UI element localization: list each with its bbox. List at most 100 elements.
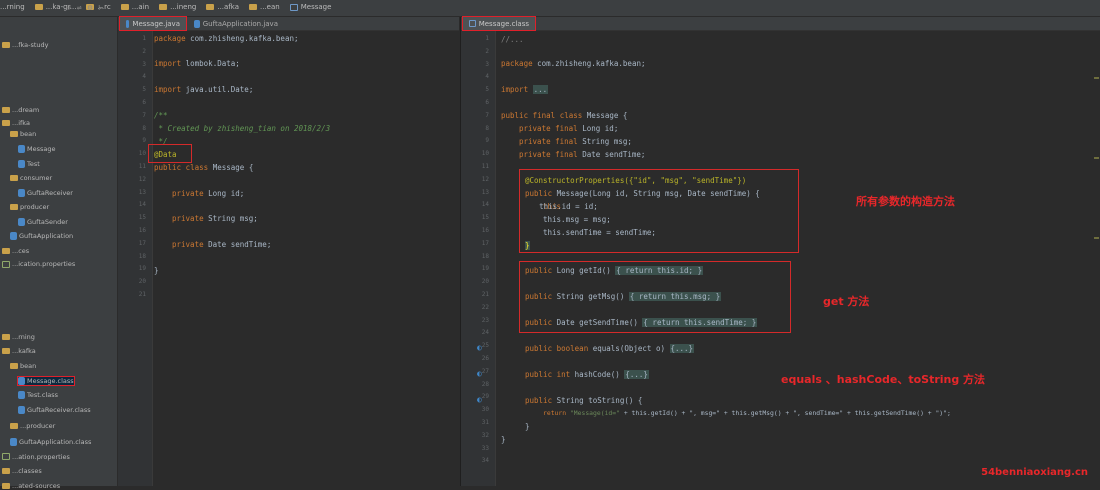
line-number: 7 xyxy=(142,111,146,119)
code-text: Date sendTime; xyxy=(577,150,646,159)
code-line[interactable]: } xyxy=(501,435,506,444)
folded-method-body[interactable]: {...} xyxy=(624,370,649,379)
folder-icon xyxy=(249,4,257,10)
code-line[interactable]: private final Long id; xyxy=(519,124,618,133)
line-number: 27 xyxy=(481,367,489,375)
tree-item-label: ...kafka xyxy=(12,347,36,356)
line-number: 7 xyxy=(485,111,489,119)
line-number: 13 xyxy=(481,188,489,196)
tree-item[interactable]: bean xyxy=(10,362,36,370)
doc-comment[interactable]: * Created by zhisheng_tian on 2018/2/3 xyxy=(154,124,331,133)
breadcrumb-item-pkg3[interactable]: ...ean xyxy=(249,3,280,11)
line-number: 21 xyxy=(481,291,489,298)
class-icon xyxy=(18,188,25,197)
folder-icon xyxy=(10,363,18,370)
keyword: public final class xyxy=(501,111,583,120)
code-line[interactable]: public int hashCode() {...} xyxy=(525,370,649,379)
tree-item[interactable]: ...producer xyxy=(10,422,55,430)
code-line[interactable]: } xyxy=(525,422,530,431)
line-number: 10 xyxy=(138,150,146,158)
tree-item[interactable]: ...rning xyxy=(2,333,35,341)
line-number: 32 xyxy=(481,431,489,439)
code-line[interactable]: import lombok.Data; xyxy=(154,59,240,68)
breadcrumb-item-file[interactable]: Message xyxy=(289,3,331,11)
breadcrumb-item-root[interactable]: ...rning xyxy=(0,3,25,11)
folder-icon xyxy=(2,107,10,114)
tree-item[interactable]: producer xyxy=(10,203,49,211)
line-number: 20 xyxy=(138,278,146,286)
globe-icon[interactable]: ⊕ xyxy=(66,3,71,12)
tree-item[interactable]: Test.class xyxy=(18,391,58,400)
folder-icon xyxy=(10,175,18,182)
tree-item[interactable]: Message.class xyxy=(17,375,75,386)
tree-item[interactable]: ...ation.properties xyxy=(2,453,70,461)
editor-message-java[interactable]: Message.java GuftaApplication.java 12345… xyxy=(118,16,459,486)
scrollbar-marker[interactable] xyxy=(1094,157,1099,159)
code-text: equals(Object o) xyxy=(588,344,670,353)
tree-item[interactable]: ...dream xyxy=(2,106,39,114)
code-line[interactable]: private String msg; xyxy=(172,214,258,223)
folded-method-body[interactable]: {...} xyxy=(669,344,695,353)
tree-item[interactable]: GuftaReceiver.class xyxy=(18,405,91,414)
tree-item[interactable]: ...ication.properties xyxy=(2,260,75,268)
tab-gufta-application[interactable]: GuftaApplication.java xyxy=(188,17,284,30)
breadcrumb-item-main[interactable]: ...ain xyxy=(120,3,149,11)
code-line[interactable]: } xyxy=(154,266,159,275)
tree-item[interactable]: ...fka-study xyxy=(2,41,49,49)
folder-icon xyxy=(10,423,18,429)
line-number: 28 xyxy=(481,380,489,388)
tree-item[interactable]: Test xyxy=(18,159,40,168)
code-line[interactable]: public final class Message { xyxy=(501,111,627,120)
class-file-icon xyxy=(18,376,25,385)
minimize-icon[interactable]: ⊢ xyxy=(98,3,103,12)
tree-item[interactable]: ...ces xyxy=(2,247,29,255)
editor-tabs: Message.java GuftaApplication.java xyxy=(118,16,459,31)
tree-item[interactable]: GuftaReceiver xyxy=(18,188,73,197)
tree-item[interactable]: GuftaSender xyxy=(18,217,68,226)
tree-item[interactable]: consumer xyxy=(10,174,52,182)
tree-item[interactable]: Message xyxy=(18,144,56,153)
code-line[interactable]: private final String msg; xyxy=(519,137,632,146)
tree-item[interactable]: ...ifka xyxy=(2,119,30,127)
properties-icon xyxy=(2,260,10,268)
tab-message-class[interactable]: Message.class xyxy=(462,16,536,31)
code-line[interactable]: private Long id; xyxy=(172,189,244,198)
breadcrumb-item-pkg1[interactable]: ...ineng xyxy=(159,3,196,11)
line-number: 18 xyxy=(138,252,146,260)
doc-comment[interactable]: /** xyxy=(154,111,168,120)
tree-item[interactable]: ...classes xyxy=(2,467,42,475)
tree-item[interactable]: ...kafka xyxy=(2,347,36,355)
navigation-bar: ...rning ...ka-gr... ...rc ...ain ...ine… xyxy=(0,0,1100,17)
code-line[interactable]: return "Message(id=" + this.getId() + ",… xyxy=(543,409,951,418)
code-line[interactable]: public class Message { xyxy=(154,163,253,172)
code-line[interactable]: public String toString() { xyxy=(525,396,642,405)
properties-icon xyxy=(2,453,10,461)
folder-icon xyxy=(2,333,10,340)
breadcrumb-item-pkg2[interactable]: ...afka xyxy=(206,3,239,11)
code-line[interactable]: package com.zhisheng.kafka.bean; xyxy=(154,34,299,43)
tree-item-label: Test xyxy=(27,159,40,168)
code-line[interactable]: private final Date sendTime; xyxy=(519,150,645,159)
header-comment[interactable]: //... xyxy=(501,35,524,44)
code-line[interactable]: import ... xyxy=(501,85,549,94)
tree-item[interactable]: bean xyxy=(10,130,36,138)
code-line[interactable]: package com.zhisheng.kafka.bean; xyxy=(501,59,646,68)
override-marker-icon[interactable]: ◐ xyxy=(477,369,482,378)
tree-item[interactable]: GuftaApplication xyxy=(10,232,73,241)
code-text: String toString() { xyxy=(552,396,643,405)
code-line[interactable]: private Date sendTime; xyxy=(172,240,271,249)
code-line[interactable]: public boolean equals(Object o) {...} xyxy=(525,344,695,353)
gear-icon[interactable]: ⚙ xyxy=(88,3,93,12)
tree-item[interactable]: GuftaApplication.class xyxy=(10,438,91,447)
override-marker-icon[interactable]: ◐ xyxy=(477,395,482,404)
tab-message-java[interactable]: Message.java xyxy=(119,16,187,31)
editor-message-class[interactable]: Message.class 1 2 3 4 5 6 7 8 9 10 11 12 13 14 15 16 17 1… xyxy=(460,16,1100,486)
line-number: 8 xyxy=(485,124,489,132)
scrollbar-marker[interactable] xyxy=(1094,237,1099,239)
scrollbar-marker[interactable] xyxy=(1094,77,1099,79)
code-line[interactable]: import java.util.Date; xyxy=(154,85,253,94)
folded-imports[interactable]: ... xyxy=(532,85,549,94)
line-number: 5 xyxy=(142,86,146,94)
override-marker-icon[interactable]: ◐ xyxy=(477,343,482,352)
split-icon[interactable]: ⇌ xyxy=(77,3,82,12)
